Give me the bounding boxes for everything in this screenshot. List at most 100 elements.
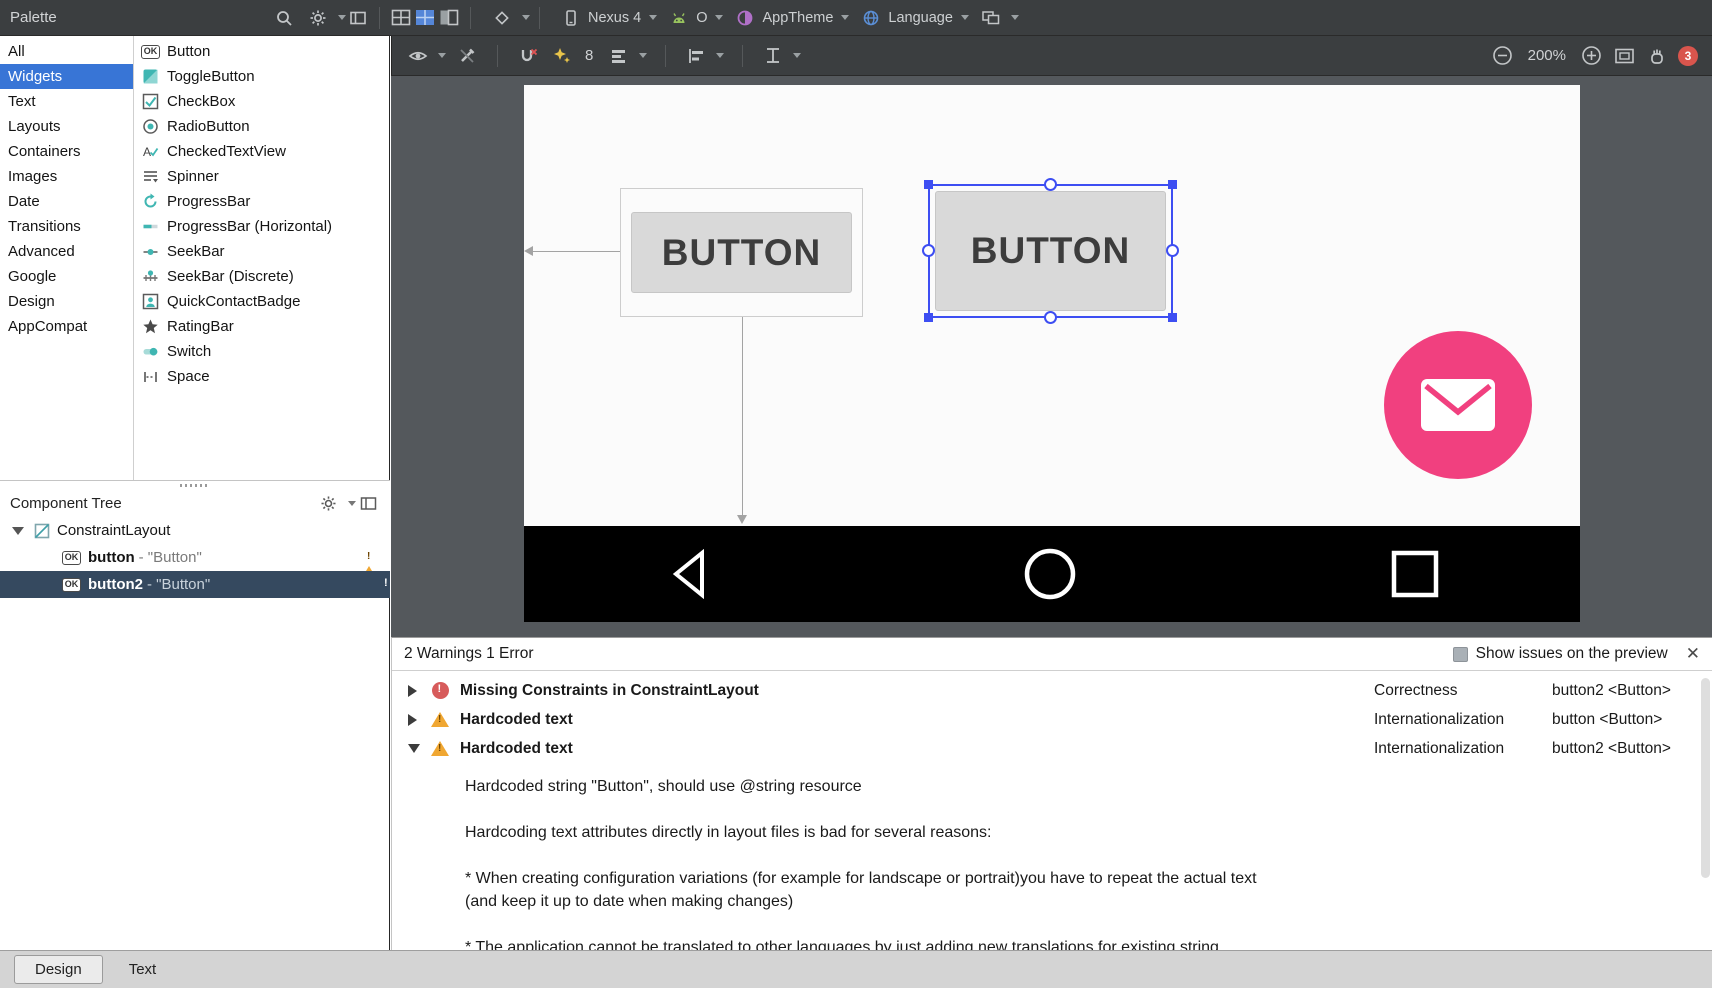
- expand-collapse-icon[interactable]: [12, 526, 24, 535]
- issues-scrollbar[interactable]: [1701, 678, 1710, 878]
- palette-widget-progressbar-horizontal[interactable]: ProgressBar (Horizontal): [135, 214, 390, 239]
- pan-hand-button[interactable]: [1645, 44, 1669, 68]
- tab-design[interactable]: Design: [14, 955, 103, 984]
- left-panel: All Widgets Text Layouts Containers Imag…: [0, 36, 390, 950]
- palette-widget-button[interactable]: OK Button: [135, 39, 390, 64]
- design-canvas[interactable]: BUTTON BUTTON: [391, 76, 1712, 637]
- palette-widget-space[interactable]: Space: [135, 364, 390, 389]
- zoom-out-button[interactable]: [1491, 44, 1515, 68]
- constraintlayout-icon: [32, 521, 51, 540]
- resize-handle-top-right[interactable]: [1168, 180, 1177, 189]
- canvas-button2[interactable]: BUTTON: [935, 191, 1166, 311]
- palette-category-layouts[interactable]: Layouts: [0, 114, 133, 139]
- view-options-button[interactable]: [406, 44, 446, 68]
- palette-widget-togglebutton[interactable]: ToggleButton: [135, 64, 390, 89]
- issue-row-missing-constraints[interactable]: Missing Constraints in ConstraintLayout …: [392, 676, 1712, 705]
- tree-row-constraintlayout[interactable]: ConstraintLayout: [0, 517, 390, 544]
- palette-widget-seekbar[interactable]: SeekBar: [135, 239, 390, 264]
- issue-list: Missing Constraints in ConstraintLayout …: [392, 671, 1712, 763]
- palette-widget-progressbar[interactable]: ProgressBar: [135, 189, 390, 214]
- theme-selector[interactable]: AppTheme: [733, 6, 850, 30]
- palette-category-design[interactable]: Design: [0, 289, 133, 314]
- constraint-anchor-left[interactable]: [922, 244, 935, 257]
- palette-category-date[interactable]: Date: [0, 189, 133, 214]
- collapse-icon[interactable]: [408, 744, 420, 753]
- palette-category-appcompat[interactable]: AppCompat: [0, 314, 133, 339]
- palette-options-button[interactable]: [306, 6, 346, 30]
- issue-detail-text: Hardcoded string "Button", should use @s…: [465, 778, 1257, 950]
- issue-category: Internationalization: [1374, 739, 1505, 757]
- palette-category-transitions[interactable]: Transitions: [0, 214, 133, 239]
- infer-constraints-wand-icon[interactable]: [549, 44, 573, 68]
- guidelines-button[interactable]: [761, 44, 802, 68]
- orientation-selector[interactable]: [490, 6, 530, 30]
- android-icon: [667, 6, 691, 30]
- multi-screen-selector[interactable]: [979, 6, 1019, 30]
- expand-icon[interactable]: [408, 684, 417, 697]
- brush-disabled-icon[interactable]: [455, 44, 479, 68]
- panel-splitter-handle[interactable]: [0, 481, 390, 489]
- svg-text:A: A: [143, 145, 151, 159]
- editor-mode-tabs: Design Text: [0, 950, 1712, 988]
- constraint-arrow-down-icon: [737, 515, 747, 524]
- palette-category-advanced[interactable]: Advanced: [0, 239, 133, 264]
- issues-summary: 2 Warnings 1 Error: [404, 645, 534, 662]
- pack-selection-button[interactable]: [607, 44, 648, 68]
- api-version-selector[interactable]: O: [667, 6, 724, 30]
- design-view-mode-icon[interactable]: [389, 6, 413, 30]
- issue-row-hardcoded-text-2[interactable]: Hardcoded text Internationalization butt…: [392, 734, 1712, 763]
- dock-pin-icon[interactable]: [356, 491, 380, 515]
- tree-row-button2[interactable]: OK button2 - "Button": [0, 571, 390, 598]
- canvas-fab-email[interactable]: [1384, 331, 1532, 479]
- palette-category-containers[interactable]: Containers: [0, 139, 133, 164]
- dock-pin-icon[interactable]: [346, 6, 370, 30]
- close-icon[interactable]: ✕: [1686, 644, 1700, 664]
- constraint-anchor-bottom[interactable]: [1044, 311, 1057, 324]
- tree-node-text: - "Button": [146, 576, 211, 593]
- palette-widget-radiobutton[interactable]: RadioButton: [135, 114, 390, 139]
- device-screen: BUTTON BUTTON: [524, 85, 1580, 526]
- search-icon[interactable]: [272, 6, 296, 30]
- palette-category-images[interactable]: Images: [0, 164, 133, 189]
- autoconnect-off-magnet-icon[interactable]: [516, 44, 540, 68]
- align-button[interactable]: [684, 44, 725, 68]
- tree-row-button[interactable]: OK button - "Button": [0, 544, 390, 581]
- language-selector[interactable]: Language: [859, 6, 969, 30]
- resize-handle-top-left[interactable]: [924, 180, 933, 189]
- component-tree-options-button[interactable]: [316, 491, 356, 515]
- default-margin-value[interactable]: 8: [582, 47, 596, 64]
- palette-widget-spinner[interactable]: Spinner: [135, 164, 390, 189]
- distribute-icon: [761, 44, 785, 68]
- button-widget-icon: OK: [61, 548, 82, 567]
- show-issues-checkbox[interactable]: [1452, 646, 1468, 662]
- palette-widget-switch[interactable]: Switch: [135, 339, 390, 364]
- palette-category-widgets[interactable]: Widgets: [0, 64, 133, 89]
- design-blueprint-both-mode-icon[interactable]: [413, 6, 437, 30]
- toolbar-separator: [742, 44, 744, 67]
- palette-widget-quickcontactbadge[interactable]: QuickContactBadge: [135, 289, 390, 314]
- constraint-anchor-right[interactable]: [1166, 244, 1179, 257]
- palette-category-all[interactable]: All: [0, 39, 133, 64]
- blueprint-view-mode-icon[interactable]: [437, 6, 461, 30]
- palette-widget-checkedtextview[interactable]: A CheckedTextView: [135, 139, 390, 164]
- expand-icon[interactable]: [408, 713, 417, 726]
- palette-category-google[interactable]: Google: [0, 264, 133, 289]
- palette-widget-ratingbar[interactable]: RatingBar: [135, 314, 390, 339]
- canvas-button1[interactable]: BUTTON: [631, 212, 852, 293]
- issue-row-hardcoded-text-1[interactable]: Hardcoded text Internationalization butt…: [392, 705, 1712, 734]
- issue-count-badge[interactable]: 3: [1678, 45, 1698, 66]
- canvas-button2-selection[interactable]: BUTTON: [922, 178, 1179, 324]
- zoom-in-button[interactable]: [1579, 44, 1603, 68]
- chevron-down-icon: [338, 15, 346, 20]
- button1-label: BUTTON: [661, 231, 822, 273]
- resize-handle-bottom-right[interactable]: [1168, 313, 1177, 322]
- palette-widget-checkbox[interactable]: CheckBox: [135, 89, 390, 114]
- palette-widget-seekbar-discrete[interactable]: SeekBar (Discrete): [135, 264, 390, 289]
- palette-category-text[interactable]: Text: [0, 89, 133, 114]
- resize-handle-bottom-left[interactable]: [924, 313, 933, 322]
- issue-location: button <Button>: [1552, 710, 1663, 728]
- zoom-to-fit-button[interactable]: [1612, 44, 1636, 68]
- constraint-anchor-top[interactable]: [1044, 178, 1057, 191]
- tab-text[interactable]: Text: [109, 956, 177, 983]
- device-selector[interactable]: Nexus 4: [559, 6, 658, 30]
